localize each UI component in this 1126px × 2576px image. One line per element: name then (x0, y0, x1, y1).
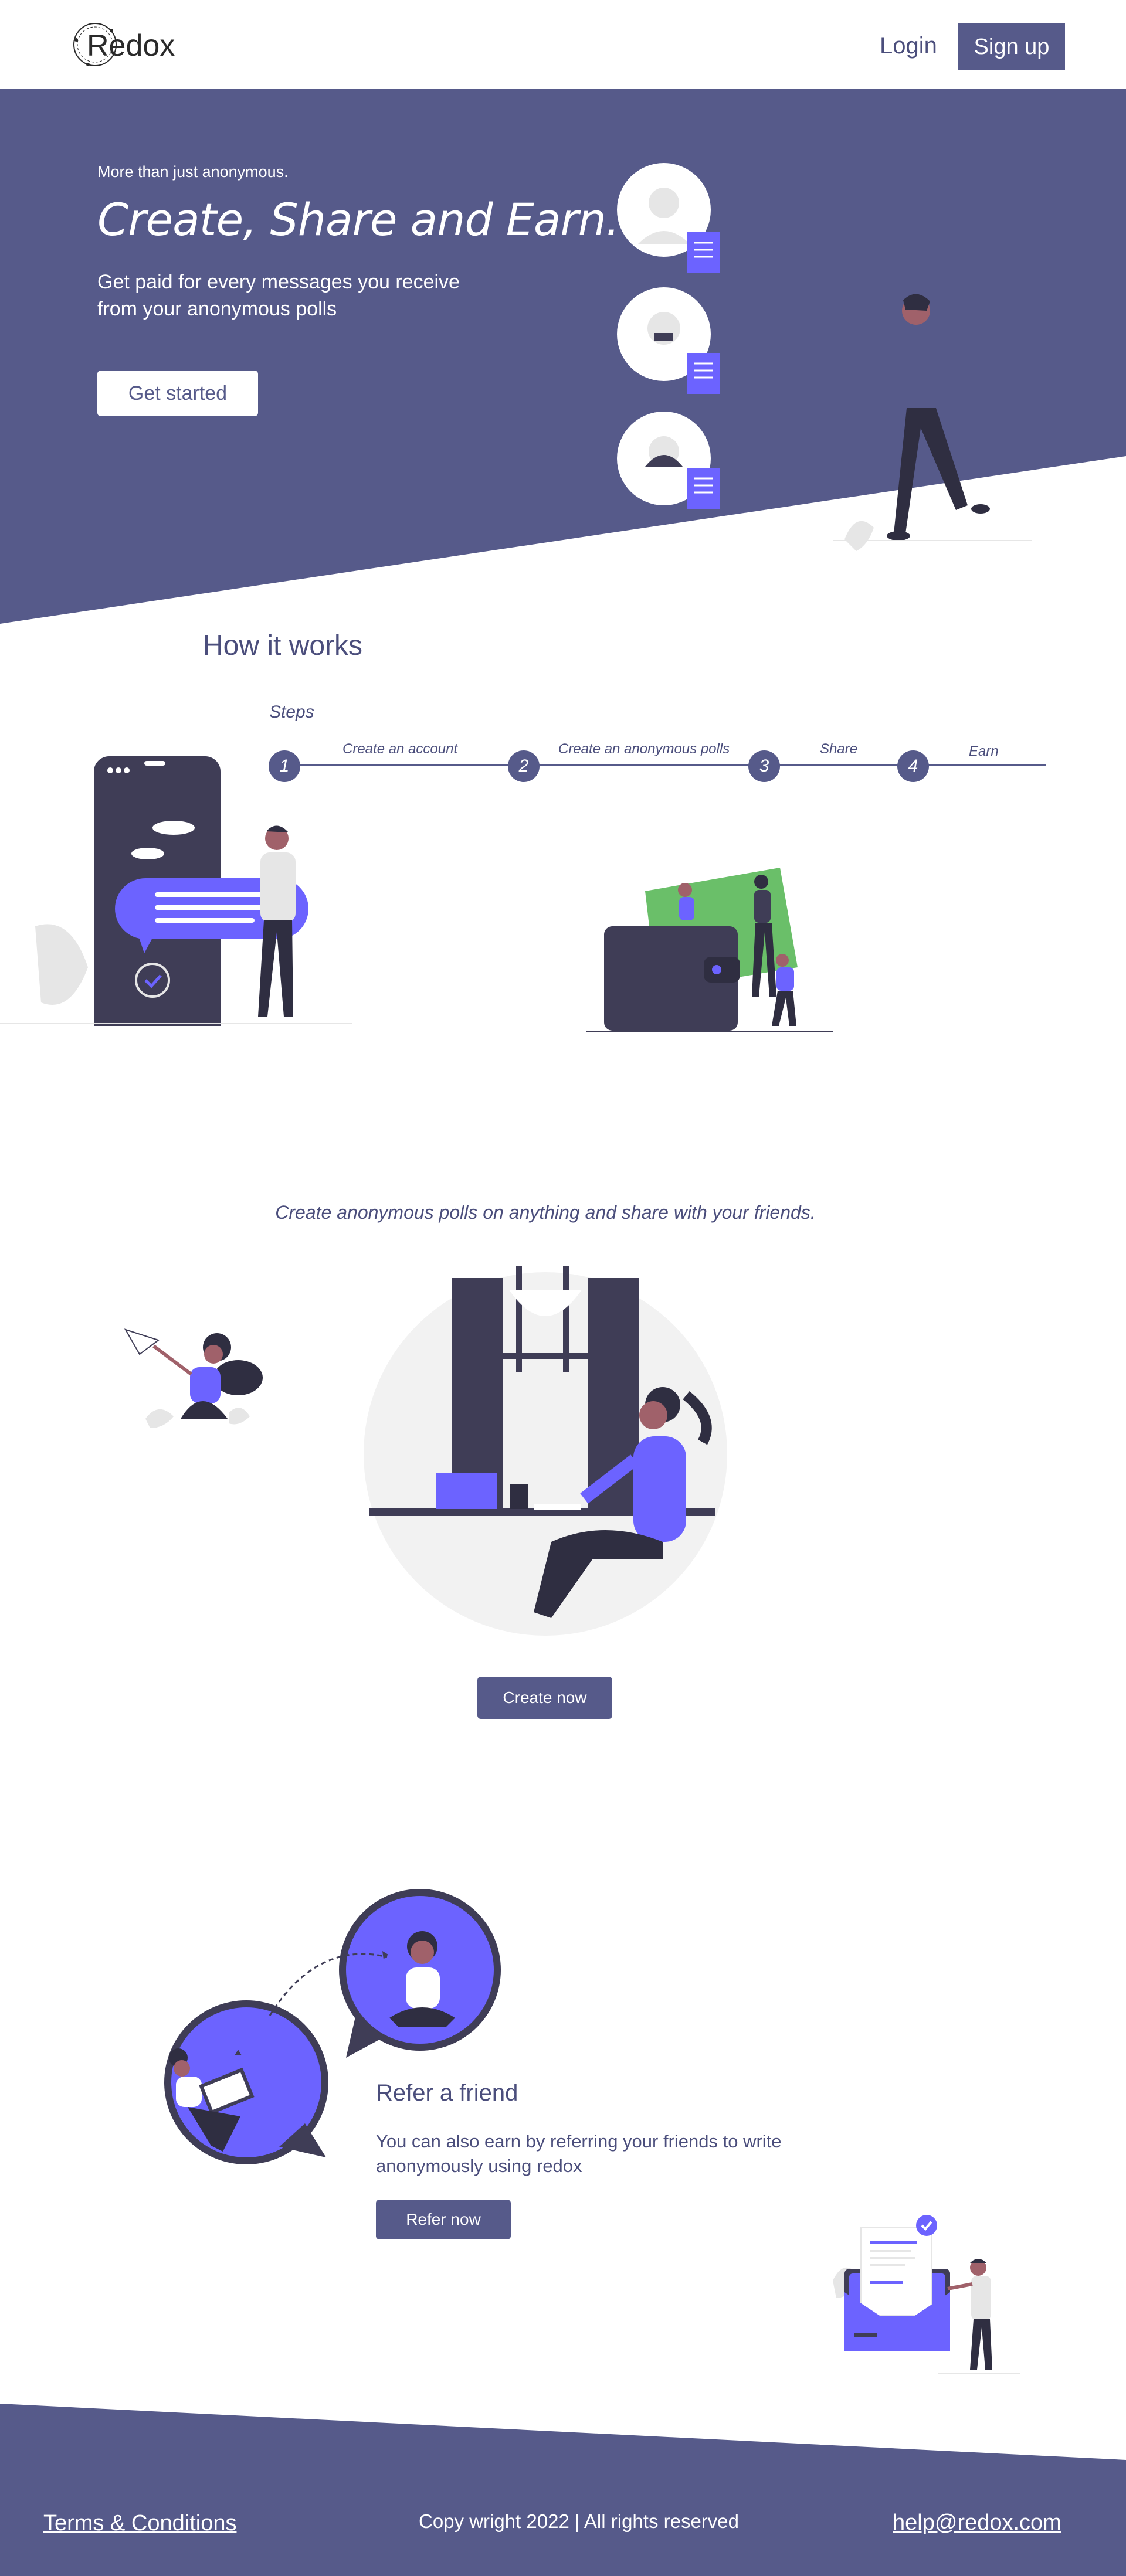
footer-background (0, 2404, 1126, 2576)
step-number-2: 2 (508, 750, 540, 782)
refer-title: Refer a friend (376, 2080, 518, 2106)
logo-text[interactable]: Redox (87, 28, 175, 63)
hero-subtitle: Get paid for every messages you receive … (97, 271, 460, 320)
mail-delivery-illustration (833, 2210, 1020, 2380)
avatar-2-icon (617, 287, 720, 394)
phone-messaging-illustration (0, 745, 364, 1032)
step-label-3: Share (820, 741, 858, 757)
contact-email-link[interactable]: help@redox.com (893, 2510, 1061, 2536)
paper-plane-woman-illustration (117, 1313, 270, 1442)
refer-now-button[interactable]: Refer now (376, 2200, 511, 2239)
wallet-money-illustration (586, 862, 844, 1038)
create-now-button[interactable]: Create now (477, 1677, 612, 1719)
paper-plane-icon (124, 1328, 160, 1355)
step-label-2: Create an anonymous polls (558, 741, 730, 757)
walking-person-illustration (833, 276, 1032, 580)
check-icon (916, 2215, 937, 2236)
terms-link[interactable]: Terms & Conditions (43, 2511, 236, 2536)
login-link[interactable]: Login (880, 33, 937, 59)
step-label-4: Earn (969, 743, 999, 759)
polls-tagline: Create anonymous polls on anything and s… (275, 1202, 816, 1223)
avatar-3-icon (617, 412, 720, 509)
refer-text: You can also earn by referring your frie… (376, 2131, 782, 2176)
how-it-works-title: How it works (203, 630, 363, 661)
anonymous-avatars-illustration (610, 162, 727, 514)
steps-label: Steps (269, 702, 314, 722)
copyright-text: Copy wright 2022 | All rights reserved (419, 2510, 739, 2532)
step-number-3: 3 (748, 750, 780, 782)
signup-button[interactable]: Sign up (958, 23, 1065, 70)
woman-at-laptop-illustration (358, 1266, 733, 1642)
avatar-1-icon (617, 163, 720, 273)
hero-eyebrow: More than just anonymous. (97, 163, 289, 181)
hero-title: Create, Share and Earn. (97, 193, 620, 246)
steps-progress-line (270, 764, 1046, 766)
laptop-icon (436, 1473, 497, 1509)
step-number-4: 4 (897, 750, 929, 782)
get-started-button[interactable]: Get started (97, 371, 258, 416)
